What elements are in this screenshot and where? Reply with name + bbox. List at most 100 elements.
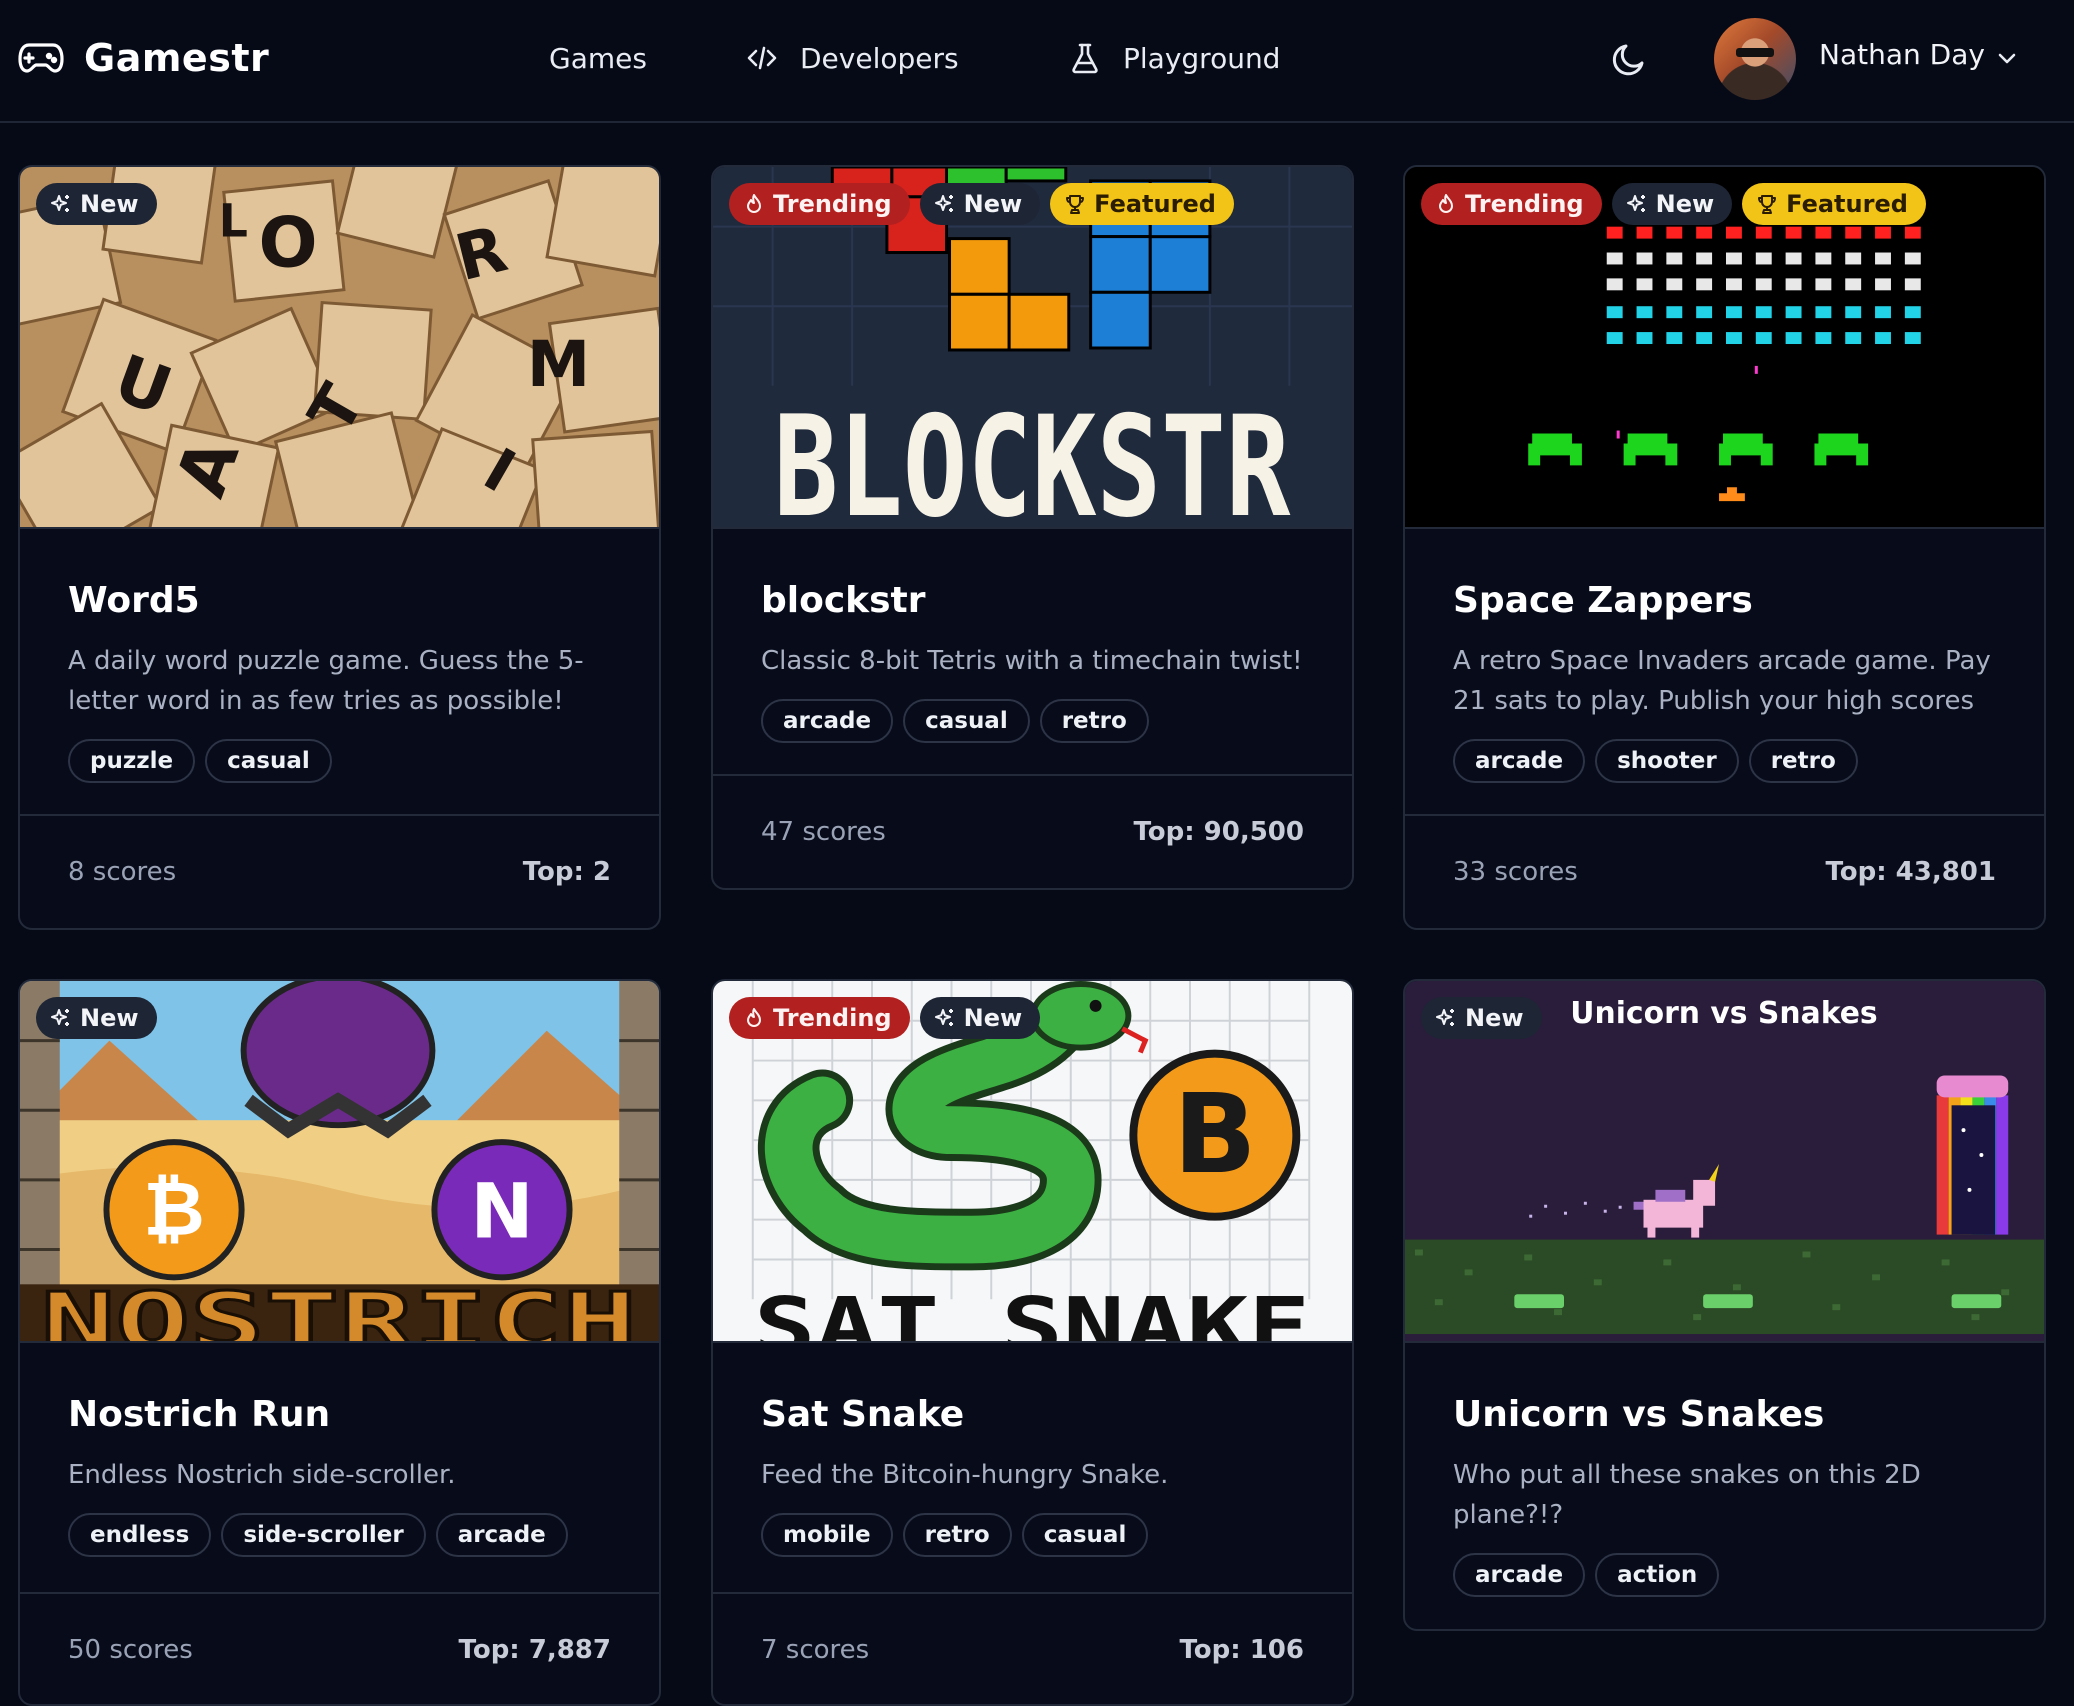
- badges: Trending New Featured: [1421, 183, 1926, 225]
- flask-icon: [1072, 43, 1098, 74]
- tag[interactable]: casual: [903, 699, 1030, 743]
- tag[interactable]: side-scroller: [221, 1513, 426, 1557]
- blockstr-art-text: BLOCKSTR: [774, 386, 1291, 527]
- game-thumbnail[interactable]: BLOCKSTR Trending New Featured: [713, 167, 1352, 529]
- nav-developers-label: Developers: [800, 41, 959, 75]
- badge-trending-label: Trending: [773, 1004, 892, 1032]
- sparkles-icon: [51, 1009, 69, 1026]
- badge-featured: Featured: [1742, 183, 1926, 225]
- game-thumbnail[interactable]: O R U M T A I L New: [20, 167, 659, 529]
- game-thumbnail[interactable]: B SAT SNAKE Trending New: [713, 981, 1352, 1343]
- badge-trending: Trending: [729, 997, 910, 1039]
- badges: Trending New: [729, 997, 1041, 1039]
- tag[interactable]: casual: [1021, 1513, 1149, 1557]
- badge-new: New: [36, 183, 157, 225]
- nav-playground[interactable]: Playground: [1069, 38, 1280, 78]
- sparkles-icon: [934, 195, 953, 212]
- game-card-unicorn-vs-snakes[interactable]: Unicorn vs Snakes New Unicorn vs Snakes …: [1403, 979, 2046, 1631]
- game-card-nostrich-run[interactable]: ₿ N NOSTRICH New Nostrich Run Endless No…: [18, 979, 661, 1706]
- tag[interactable]: arcade: [1453, 1553, 1586, 1597]
- tag[interactable]: retro: [902, 1513, 1012, 1557]
- nav-developers[interactable]: Developers: [746, 38, 959, 78]
- tag[interactable]: puzzle: [68, 739, 196, 783]
- nav-playground-label: Playground: [1123, 41, 1281, 75]
- tag-list: arcade shooter retro: [1453, 739, 1996, 783]
- game-thumbnail[interactable]: Trending New Featured: [1405, 167, 2044, 529]
- game-description: A retro Space Invaders arcade game. Pay …: [1453, 646, 1991, 716]
- tag-list: mobile retro casual: [761, 1513, 1304, 1557]
- top-score: Top: 43,801: [1825, 857, 1996, 887]
- brand[interactable]: Gamestr: [18, 30, 269, 86]
- badges: New: [1421, 997, 1542, 1039]
- flame-icon: [747, 1008, 761, 1027]
- badge-featured-label: Featured: [1094, 190, 1216, 218]
- top-score: Top: 106: [1179, 1635, 1304, 1665]
- game-description: Endless Nostrich side-scroller.: [68, 1460, 456, 1490]
- tag[interactable]: arcade: [761, 699, 894, 743]
- avatar[interactable]: [1714, 18, 1796, 100]
- brand-name: Gamestr: [84, 36, 270, 80]
- top-navbar: Gamestr Games Developers Playground Nath…: [0, 0, 2074, 123]
- tag-list: puzzle casual: [68, 739, 611, 783]
- badge-trending-label: Trending: [773, 190, 892, 218]
- moon-icon[interactable]: [1609, 39, 1649, 79]
- flame-icon: [1439, 194, 1453, 213]
- card-footer: 7 scores Top: 106: [713, 1592, 1352, 1704]
- badge-featured: Featured: [1050, 183, 1234, 225]
- badge-new-label: New: [1465, 1004, 1524, 1032]
- trophy-icon: [1758, 195, 1777, 214]
- nav-games[interactable]: Games: [549, 38, 647, 78]
- score-count: 33 scores: [1453, 857, 1578, 887]
- tag[interactable]: action: [1595, 1553, 1720, 1597]
- game-thumbnail[interactable]: Unicorn vs Snakes New: [1405, 981, 2044, 1343]
- badge-new: New: [919, 997, 1041, 1039]
- tag[interactable]: endless: [68, 1513, 212, 1557]
- tag[interactable]: casual: [205, 739, 332, 783]
- gamepad-icon: [18, 43, 64, 73]
- score-count: 50 scores: [68, 1635, 193, 1665]
- badge-new-label: New: [1655, 190, 1715, 218]
- badge-new: New: [1421, 997, 1542, 1039]
- sparkles-icon: [51, 195, 69, 212]
- game-title: Sat Snake: [761, 1394, 965, 1435]
- unicorn-art-title: Unicorn vs Snakes: [1570, 996, 1877, 1031]
- badge-new: New: [1611, 183, 1733, 225]
- tag[interactable]: retro: [1039, 699, 1149, 743]
- user-name[interactable]: Nathan Day: [1819, 38, 1985, 71]
- flame-icon: [747, 194, 761, 213]
- game-card-word5[interactable]: O R U M T A I L New Word5 A daily word p…: [18, 165, 661, 930]
- tag[interactable]: shooter: [1595, 739, 1739, 783]
- badge-trending: Trending: [1421, 183, 1602, 225]
- sparkles-icon: [1436, 1009, 1454, 1026]
- badges: New: [36, 183, 157, 225]
- badge-trending: Trending: [729, 183, 910, 225]
- top-score: Top: 7,887: [458, 1635, 611, 1665]
- svg-text:N: N: [470, 1168, 533, 1256]
- game-title: Word5: [68, 580, 200, 621]
- game-description: Who put all these snakes on this 2D plan…: [1453, 1460, 1921, 1530]
- badge-new: New: [919, 183, 1041, 225]
- card-footer: 33 scores Top: 43,801: [1405, 814, 2044, 928]
- card-footer: 8 scores Top: 2: [20, 814, 659, 928]
- tag[interactable]: arcade: [435, 1513, 568, 1557]
- tag[interactable]: retro: [1748, 739, 1858, 783]
- svg-text:M: M: [527, 328, 590, 402]
- game-description: Feed the Bitcoin-hungry Snake.: [761, 1460, 1169, 1490]
- game-card-blockstr[interactable]: BLOCKSTR Trending New Featured blockstr …: [711, 165, 1354, 890]
- game-title: Nostrich Run: [68, 1394, 331, 1435]
- nostrich-art-text: NOSTRICH: [41, 1275, 637, 1341]
- chevron-down-icon[interactable]: [1995, 46, 2019, 70]
- score-count: 8 scores: [68, 857, 177, 887]
- badges: New: [36, 997, 157, 1039]
- game-thumbnail[interactable]: ₿ N NOSTRICH New: [20, 981, 659, 1343]
- top-score: Top: 90,500: [1133, 817, 1304, 847]
- badge-new: New: [36, 997, 157, 1039]
- game-description: Classic 8-bit Tetris with a timechain tw…: [761, 646, 1303, 676]
- tag[interactable]: arcade: [1453, 739, 1586, 783]
- game-card-sat-snake[interactable]: B SAT SNAKE Trending New Sat Snake Feed …: [711, 979, 1354, 1706]
- sat-snake-art-text: SAT SNAKE: [754, 1280, 1311, 1341]
- tag[interactable]: mobile: [761, 1513, 893, 1557]
- game-card-space-zappers[interactable]: Trending New Featured Space Zappers A re…: [1403, 165, 2046, 930]
- badge-new-label: New: [963, 1004, 1023, 1032]
- svg-text:B: B: [1173, 1070, 1256, 1198]
